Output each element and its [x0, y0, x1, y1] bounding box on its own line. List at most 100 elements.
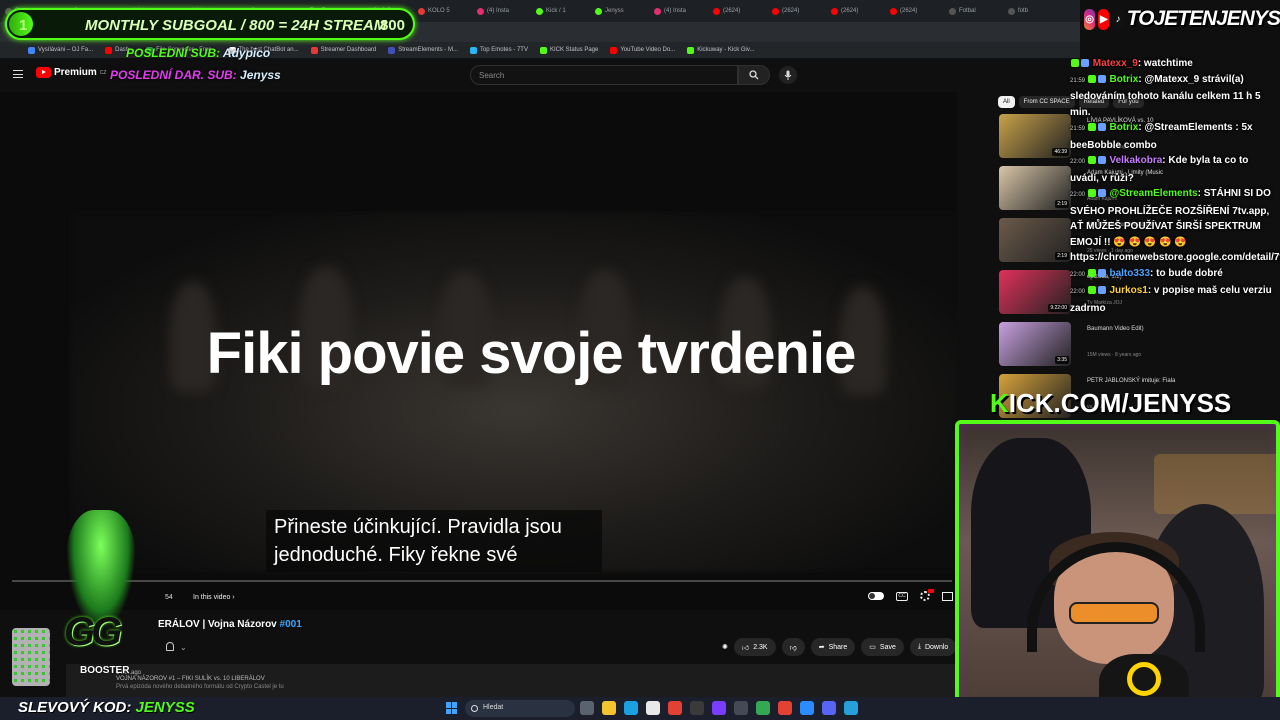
browser-tab[interactable]: Fotbal [944, 2, 1002, 20]
recommendation-thumbnail[interactable]: 2:19 [999, 218, 1071, 262]
chrome-alt-icon[interactable] [756, 701, 770, 715]
save-button[interactable]: ▭ Save [861, 638, 904, 656]
chat-username[interactable]: Botrix [1107, 122, 1138, 133]
task-view-icon[interactable] [580, 701, 594, 715]
bookmark-label: Vysíláváni – OJ Fa... [38, 47, 94, 53]
browser-tab[interactable]: (2624) [885, 2, 943, 20]
notes-icon[interactable] [844, 701, 858, 715]
voice-search-button[interactable] [779, 66, 797, 84]
bookmark-item[interactable]: StreamElements - M... [388, 46, 458, 54]
edge-icon[interactable] [624, 701, 638, 715]
subscriber-badge-icon [1097, 286, 1106, 295]
chevron-down-icon[interactable]: ⌄ [180, 643, 187, 652]
bookmark-label: YouTube Video Do... [620, 47, 676, 53]
autoplay-toggle[interactable] [868, 592, 884, 600]
store-icon[interactable] [646, 701, 660, 715]
miniplayer-icon[interactable] [942, 591, 953, 601]
video-duration: 2:19 [1055, 252, 1069, 260]
video-title-hashtag[interactable]: #001 [280, 619, 302, 630]
chat-username[interactable]: Matexx_9 [1090, 58, 1138, 69]
video-title: ERÁLOV | Vojna Názorov #001 [158, 619, 302, 630]
menu-icon[interactable] [13, 70, 23, 78]
tab-favicon-icon [831, 7, 838, 15]
like-button[interactable]: 👍︎ 2.3K [733, 638, 776, 656]
chat-username[interactable]: Velkakobra [1107, 155, 1162, 166]
bookmark-item[interactable]: YouTube Video Do... [610, 46, 676, 54]
photo-icon[interactable] [800, 701, 814, 715]
recommendation-thumbnail[interactable]: 3:35 [999, 322, 1071, 366]
dislike-button[interactable]: 👎︎ [781, 638, 805, 656]
chat-username[interactable]: Botrix [1107, 74, 1138, 85]
webcam-hanging-shirt [971, 438, 1091, 628]
logo-country: CZ [99, 69, 107, 76]
tab-label: (4) Insta [664, 8, 687, 14]
chat-username[interactable]: balto333 [1107, 268, 1150, 279]
bookmark-item[interactable]: Top Emotes - 7TV [469, 46, 528, 54]
filter-chip[interactable]: All [998, 96, 1015, 108]
chrome-alt2-icon[interactable] [778, 701, 792, 715]
browser-tab[interactable]: (2624) [767, 2, 825, 20]
bookmark-item[interactable]: KICK Status Page [539, 46, 598, 54]
bookmark-item[interactable]: Streamer Dashboard [310, 46, 376, 54]
windows-start-icon[interactable] [446, 702, 458, 714]
sponsor-icon[interactable]: ✺ [722, 643, 728, 651]
thumb-down-icon: 👎︎ [789, 644, 797, 652]
browser-tab[interactable]: (4) Insta [649, 2, 707, 20]
search-button[interactable] [738, 65, 770, 85]
chat-timestamp: 22:00 [1070, 289, 1087, 295]
share-button[interactable]: ➦ Share [810, 638, 856, 656]
bookmark-favicon-icon [310, 46, 318, 54]
taskbar-search[interactable]: Hledat [465, 700, 575, 717]
browser-tab[interactable]: fotb [1003, 2, 1061, 20]
chat-message: 21:59 Botrix: @Matexx_9 strávil(a) sledo… [1070, 72, 1280, 121]
video-headline: Fiki povie svoje tvrdenie [206, 321, 857, 386]
captions-icon[interactable]: CC [896, 591, 908, 601]
chat-message: 22:00 Jurkos1: v popise maš celu verziu … [1070, 283, 1280, 316]
chrome-icon[interactable] [668, 701, 682, 715]
search-input[interactable]: Search [470, 65, 738, 85]
recommendation-thumbnail[interactable]: 46:39 [999, 114, 1071, 158]
caption-line: jednoduché. Fiky řekne své [274, 544, 518, 566]
instagram-icon: ◎ [1084, 8, 1096, 30]
settings-icon[interactable] [920, 589, 934, 601]
bookmark-label: StreamElements - M... [398, 47, 458, 53]
kick-badge-icon [1087, 189, 1096, 198]
filter-chip[interactable]: From CC SPACE [1018, 96, 1075, 108]
kick-badge-icon [1087, 268, 1096, 277]
bookmark-item[interactable]: Kickuway - Kick Giv... [687, 46, 754, 54]
browser-tab[interactable]: (2624) [826, 2, 884, 20]
browser-tab[interactable]: Jenyss [590, 2, 648, 20]
headphones-icon [1027, 542, 1205, 652]
youtube-logo[interactable]: Premium CZ [36, 67, 106, 78]
video-duration: 3:35 [1055, 356, 1069, 364]
recommendation-thumbnail[interactable]: 9:22:00 [999, 270, 1071, 314]
chat-overlay: Matexx_9: watchtime 21:59 Botrix: @Matexx… [1070, 56, 1280, 391]
bookmark-favicon-icon [469, 46, 477, 54]
in-this-video-button[interactable]: In this video › [193, 594, 235, 601]
recommendation-thumbnail[interactable]: 2:19 [999, 166, 1071, 210]
download-button[interactable]: ⤓ Downlo [909, 638, 957, 656]
webcam-streamer-hair [1049, 532, 1179, 590]
browser-tab[interactable]: (4) Insta [472, 2, 530, 20]
description-box[interactable]: 1 m...ago VOJNA NÁZOROV #1 – FIKI SULÍK … [66, 664, 956, 698]
app-icon[interactable] [734, 701, 748, 715]
captions: Přineste účinkující. Pravidla jsou jedno… [266, 510, 602, 572]
capture-icon[interactable] [712, 701, 726, 715]
explorer-icon[interactable] [602, 701, 616, 715]
bookmark-item[interactable]: Vysíláváni – OJ Fa... [28, 46, 94, 54]
discord-icon[interactable] [822, 701, 836, 715]
browser-tab[interactable]: (2624) [708, 2, 766, 20]
chat-timestamp: 21:59 [1070, 126, 1087, 132]
subscriber-badge-icon [1097, 123, 1106, 132]
last-gift-value: Jenyss [240, 68, 281, 82]
tab-label: Kick / 1 [546, 8, 566, 14]
browser-tab[interactable]: Kick / 1 [531, 2, 589, 20]
kick-badge-icon [1087, 156, 1096, 165]
chat-username[interactable]: @StreamElements [1107, 188, 1197, 199]
browser-tab[interactable]: KOLO 5 [413, 2, 471, 20]
last-gift-label: POSLEDNÍ DAR. SUB: [110, 68, 237, 82]
chat-username[interactable]: Jurkos1 [1107, 285, 1147, 296]
chat-text: : STÁHNI SI DO SVÉHO PROHLÍŽEČE ROZŠÍŘEN… [1070, 188, 1280, 263]
chat-timestamp: 22:00 [1070, 159, 1087, 165]
obs-icon[interactable] [690, 701, 704, 715]
